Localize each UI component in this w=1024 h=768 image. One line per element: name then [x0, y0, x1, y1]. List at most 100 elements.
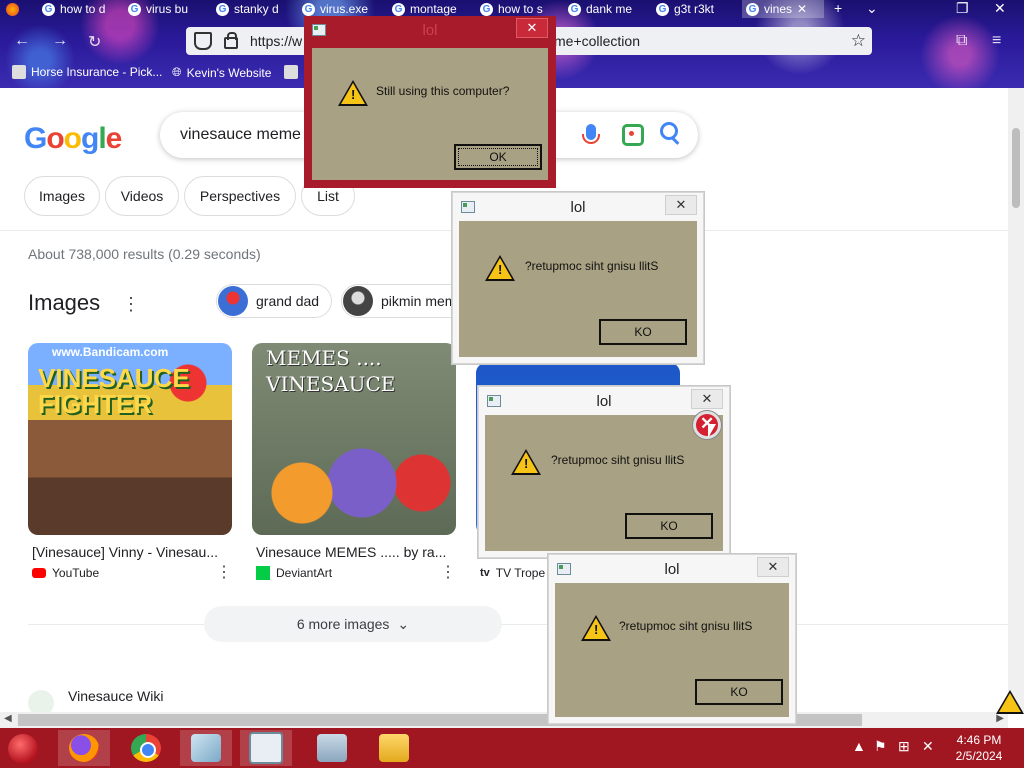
show-hidden-icons-icon[interactable]: ▲ [852, 738, 866, 754]
system-clock[interactable]: 4:46 PM 2/5/2024 [944, 732, 1014, 764]
back-icon[interactable]: ← [14, 32, 30, 50]
app-icon [557, 563, 571, 575]
forward-icon[interactable]: → [52, 32, 68, 50]
monitor-icon [317, 734, 347, 762]
tab-2[interactable]: Gvirus bu [128, 0, 202, 18]
close-icon[interactable]: ✕ [691, 389, 723, 409]
shield-icon[interactable] [194, 32, 212, 50]
start-button[interactable] [8, 734, 38, 764]
image-source-1[interactable]: YouTube [32, 566, 99, 580]
related-chip-grand-dad[interactable]: grand dad [216, 284, 333, 318]
folder-icon [379, 734, 409, 762]
bookmark-more[interactable] [284, 65, 298, 79]
restore-window-icon[interactable]: ❐ [956, 0, 969, 17]
google-lens-icon[interactable] [622, 124, 644, 146]
error-x-icon [692, 410, 722, 440]
warning-triangle-icon: ! [511, 449, 541, 475]
tab-1[interactable]: Ghow to d [42, 0, 116, 18]
more-options-icon[interactable]: ⋮ [216, 562, 232, 582]
google-icon: G [302, 2, 315, 16]
tab-firefox-view[interactable] [6, 0, 19, 18]
result-stats: About 738,000 results (0.29 seconds) [28, 246, 261, 262]
lock-icon[interactable] [224, 32, 238, 49]
more-options-icon[interactable]: ⋮ [122, 294, 140, 315]
warning-triangle-icon: ! [338, 80, 368, 106]
menu-icon[interactable]: ≡ [992, 32, 1001, 50]
google-icon: G [128, 2, 141, 16]
dialog-reversed-3: lol ✕ ! ?retupmoc siht gnisu llitS KO [548, 554, 796, 724]
close-icon[interactable]: ✕ [516, 18, 548, 38]
url-text-end: me+collection [554, 33, 640, 49]
more-options-icon[interactable]: ⋮ [440, 562, 456, 582]
scroll-left-arrow-icon[interactable]: ◀ [4, 713, 12, 724]
taskbar-app-1[interactable] [180, 730, 232, 766]
taskbar-app-3[interactable] [306, 730, 358, 766]
bookmark-favicon-icon [12, 65, 26, 79]
image-result-1[interactable]: www.Bandicam.com VINESAUCE FIGHTER [28, 343, 232, 535]
dialog-reversed-1: lol ✕ ! ?retupmoc siht gnisu llitS KO [452, 192, 704, 364]
flag-icon[interactable]: ⚑ [874, 738, 887, 755]
mouse-cursor [708, 424, 716, 438]
close-tab-icon[interactable]: ✕ [797, 2, 807, 16]
tab-list-chevron-icon[interactable]: ⌄ [866, 0, 878, 17]
image-caption-2[interactable]: Vinesauce MEMES ..... by ra... [256, 544, 456, 560]
taskbar-file-explorer[interactable] [368, 730, 420, 766]
dialog-app-icon [249, 732, 283, 764]
image-source-3[interactable]: tv TV Trope [480, 566, 545, 580]
ko-button[interactable]: KO [599, 319, 687, 345]
chip-perspectives[interactable]: Perspectives [184, 176, 296, 216]
google-logo[interactable]: Google [24, 122, 122, 156]
chip-videos[interactable]: Videos [105, 176, 179, 216]
bookmark-star-icon[interactable]: ☆ [851, 31, 866, 51]
taskbar-app-2[interactable] [240, 730, 292, 766]
related-chip-pikmin[interactable]: pikmin mem [341, 284, 470, 318]
scrollbar-thumb[interactable] [1012, 128, 1020, 208]
image-result-2[interactable]: MEMES .... VINESAUCE [252, 343, 456, 535]
image-source-2[interactable]: DeviantArt [256, 566, 332, 580]
network-icon[interactable]: ⊞ [898, 738, 910, 755]
bookmark-horse-insurance[interactable]: Horse Insurance - Pick... [12, 65, 162, 79]
warning-triangle-icon: ! [485, 255, 515, 281]
more-images-button[interactable]: 6 more images ⌄ [204, 606, 502, 642]
tab-7[interactable]: Gdank me [568, 0, 644, 18]
url-text-start: https://w [250, 33, 303, 49]
app-window-icon [191, 734, 221, 762]
taskbar-chrome[interactable] [120, 730, 172, 766]
image-caption-1[interactable]: [Vinesauce] Vinny - Vinesau... [32, 544, 232, 560]
deviantart-icon [256, 566, 270, 580]
extensions-icon[interactable]: ⧉ [956, 32, 967, 50]
google-icon: G [568, 2, 581, 16]
dialog-still-using: lol ✕ ! Still using this computer? OK [304, 16, 556, 188]
dialog-body: ! ?retupmoc siht gnisu llitS KO [485, 415, 723, 551]
chrome-icon [131, 734, 161, 762]
images-heading: Images [28, 290, 101, 315]
taskbar-firefox[interactable] [58, 730, 110, 766]
clock-time: 4:46 PM [956, 733, 1002, 747]
ko-button[interactable]: KO [625, 513, 713, 539]
google-icon: G [216, 2, 229, 16]
vertical-scrollbar[interactable] [1008, 88, 1024, 712]
clock-date: 2/5/2024 [955, 749, 1003, 763]
search-icon[interactable] [660, 122, 678, 140]
tab-active[interactable]: Gvines ✕ [742, 0, 824, 18]
ok-button[interactable]: OK [454, 144, 542, 170]
bookmark-favicon-icon [284, 65, 298, 79]
chip-images[interactable]: Images [24, 176, 100, 216]
volume-muted-icon[interactable]: ✕ [922, 738, 934, 755]
dialog-message: ?retupmoc siht gnisu llitS [525, 259, 659, 273]
search-input[interactable]: vinesauce meme [180, 126, 301, 144]
microphone-icon[interactable] [582, 124, 600, 144]
tab-8[interactable]: Gg3t r3kt [656, 0, 732, 18]
scroll-right-arrow-icon[interactable]: ▶ [996, 713, 1004, 724]
close-icon[interactable]: ✕ [757, 557, 789, 577]
new-tab-button[interactable]: + [834, 0, 842, 16]
close-window-icon[interactable]: ✕ [994, 0, 1006, 17]
close-icon[interactable]: ✕ [665, 195, 697, 215]
reload-icon[interactable]: ↻ [88, 32, 101, 52]
ko-button[interactable]: KO [695, 679, 783, 705]
globe-icon: 🌐︎ [172, 65, 182, 79]
tab-3[interactable]: Gstanky d [216, 0, 292, 18]
horizontal-scrollbar[interactable]: ◀ ▶ [0, 712, 1008, 728]
wiki-result-title[interactable]: Vinesauce Wiki [68, 688, 163, 704]
bookmark-kevins-website[interactable]: 🌐︎ Kevin's Website [172, 65, 271, 80]
